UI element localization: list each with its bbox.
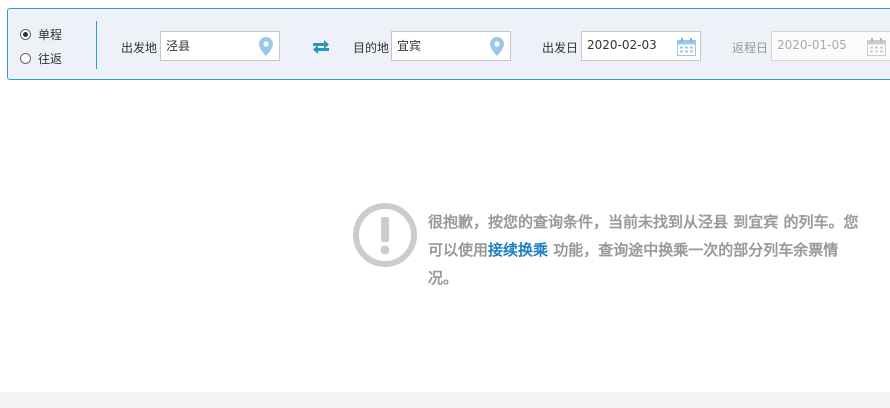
to-label: 目的地 xyxy=(353,41,390,55)
to-field[interactable] xyxy=(391,31,511,61)
search-bar: 单程 往返 出发地 目的地 出发日 xyxy=(7,8,890,80)
from-input[interactable] xyxy=(166,38,251,52)
footer-strip xyxy=(0,392,890,408)
trip-type-label: 单程 xyxy=(38,27,63,42)
return-date-label: 返程日 xyxy=(732,41,769,55)
from-label: 出发地 xyxy=(121,41,158,55)
radio-button[interactable] xyxy=(20,52,31,64)
depart-date-input[interactable] xyxy=(587,38,672,52)
trip-type-one-way[interactable]: 单程 xyxy=(20,25,62,43)
return-date-input[interactable] xyxy=(777,38,862,52)
no-result-message: 很抱歉，按您的查询条件，当前未找到从泾县 到宜宾 的列车。您可以使用接续换乘 功… xyxy=(428,208,868,292)
to-input[interactable] xyxy=(397,38,482,52)
trip-type-label: 往返 xyxy=(38,51,63,66)
divider xyxy=(96,21,97,69)
radio-button[interactable] xyxy=(20,28,31,40)
transfer-link[interactable]: 接续换乘 xyxy=(488,241,548,259)
depart-date-field[interactable] xyxy=(581,31,701,61)
trip-type-round-trip[interactable]: 往返 xyxy=(20,49,62,67)
swap-icon[interactable] xyxy=(312,40,330,54)
calendar-icon[interactable] xyxy=(677,38,696,56)
location-pin-icon[interactable] xyxy=(490,37,504,56)
depart-date-label: 出发日 xyxy=(542,41,579,55)
return-date-field[interactable] xyxy=(771,31,890,61)
location-pin-icon[interactable] xyxy=(259,37,273,56)
trip-type-selector: 单程 往返 xyxy=(20,25,62,73)
calendar-icon xyxy=(867,38,886,56)
exclamation-circle-icon xyxy=(353,203,417,267)
from-field[interactable] xyxy=(160,31,280,61)
